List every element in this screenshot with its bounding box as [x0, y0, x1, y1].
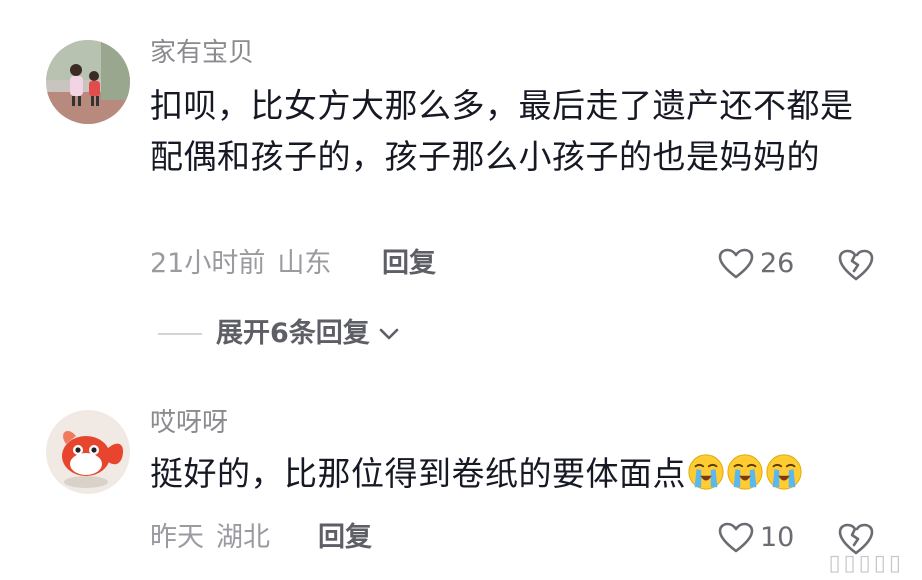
watermark: ▯▯▯▯▯: [828, 551, 904, 576]
divider-line: [158, 333, 202, 335]
comment-location: 山东: [277, 248, 332, 279]
like-count: 26: [760, 248, 795, 279]
red-goldfish-avatar-icon: [46, 410, 130, 494]
comment-username[interactable]: 哎呀呀: [150, 408, 228, 438]
comment-item: 哎呀呀 挺好的，比那位得到卷纸的要体面点 昨天 湖北 回复 10: [0, 390, 922, 580]
comment-text: 扣呗，比女方大那么多，最后走了遗产还不都是配偶和孩子的，孩子那么小孩子的也是妈妈…: [150, 86, 854, 176]
reply-button[interactable]: 回复: [318, 522, 372, 554]
broken-heart-icon: [838, 249, 874, 281]
comment-item: 家有宝贝 扣呗，比女方大那么多，最后走了遗产还不都是配偶和孩子的，孩子那么小孩子…: [0, 0, 922, 300]
comment-meta: 21小时前 山东: [150, 248, 331, 280]
like-button[interactable]: 26: [718, 248, 794, 280]
dislike-button[interactable]: [838, 248, 874, 286]
reply-button[interactable]: 回复: [382, 248, 436, 280]
comment-text: 挺好的，比那位得到卷纸的要体面点: [150, 448, 880, 499]
loudly-crying-face-icon: [727, 454, 763, 490]
expand-replies-button[interactable]: 展开6条回复: [158, 318, 400, 350]
expand-replies-label: 展开6条回复: [216, 318, 370, 349]
comment-meta: 昨天 湖北: [150, 522, 270, 554]
comment-time: 昨天: [150, 522, 204, 553]
avatar[interactable]: [46, 40, 130, 124]
comment-username[interactable]: 家有宝贝: [150, 38, 254, 68]
loudly-crying-face-icon: [688, 454, 724, 490]
chevron-down-icon: [379, 328, 399, 340]
photo-two-children-avatar-icon: [46, 40, 130, 124]
comment-text-body: 挺好的，比那位得到卷纸的要体面点: [150, 454, 686, 493]
heart-icon: [718, 522, 754, 553]
heart-icon: [718, 248, 754, 279]
like-count: 10: [760, 522, 795, 553]
comment-location: 湖北: [216, 522, 270, 553]
avatar[interactable]: [46, 410, 130, 494]
like-button[interactable]: 10: [718, 522, 794, 554]
loudly-crying-face-icon: [766, 454, 802, 490]
comment-time: 21小时前: [150, 248, 266, 279]
